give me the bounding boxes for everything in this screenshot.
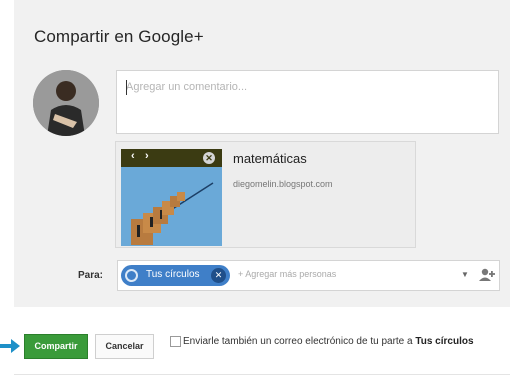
next-arrow-icon[interactable]: › xyxy=(145,150,149,162)
circles-icon xyxy=(125,269,138,282)
email-checkbox[interactable] xyxy=(170,336,181,347)
chevron-down-icon[interactable]: ▼ xyxy=(461,270,469,279)
recipient-chip-label: Tus círculos xyxy=(146,269,200,280)
recipients-field[interactable]: Tus círculos ✕ ▼ xyxy=(117,260,500,291)
close-icon[interactable]: ✕ xyxy=(203,152,215,164)
text-cursor xyxy=(126,80,127,95)
recipients-label: Para: xyxy=(78,270,104,281)
preview-title: matemáticas xyxy=(233,151,307,166)
thumbnail-toolbar: ‹ › ✕ xyxy=(121,149,222,167)
avatar-photo xyxy=(33,70,99,136)
avatar xyxy=(33,70,99,136)
email-option-text: Enviarle también un correo electrónico d… xyxy=(183,336,416,347)
person-add-icon[interactable] xyxy=(478,266,496,284)
comment-box[interactable] xyxy=(116,70,499,134)
divider xyxy=(14,374,510,375)
link-preview-card: ‹ › ✕ matemáticas diegomelin.blogspot.co… xyxy=(115,141,416,248)
arrow-right-icon xyxy=(0,339,20,353)
email-option-label[interactable]: Enviarle también un correo electrónico d… xyxy=(183,335,483,348)
preview-url: diegomelin.blogspot.com xyxy=(233,179,333,189)
dialog-title: Compartir en Google+ xyxy=(34,27,204,46)
cancel-button[interactable]: Cancelar xyxy=(95,334,154,359)
remove-chip-icon[interactable]: ✕ xyxy=(211,268,226,283)
email-option-circles: Tus círculos xyxy=(415,336,474,347)
prev-arrow-icon[interactable]: ‹ xyxy=(131,150,135,162)
share-button[interactable]: Compartir xyxy=(24,334,88,359)
comment-input[interactable] xyxy=(117,71,498,133)
preview-thumbnail: ‹ › ✕ xyxy=(121,149,222,246)
share-dialog: Compartir en Google+ Agregar un comentar… xyxy=(14,0,510,307)
add-people-input[interactable] xyxy=(238,269,448,279)
recipient-chip[interactable]: Tus círculos ✕ xyxy=(121,265,230,286)
